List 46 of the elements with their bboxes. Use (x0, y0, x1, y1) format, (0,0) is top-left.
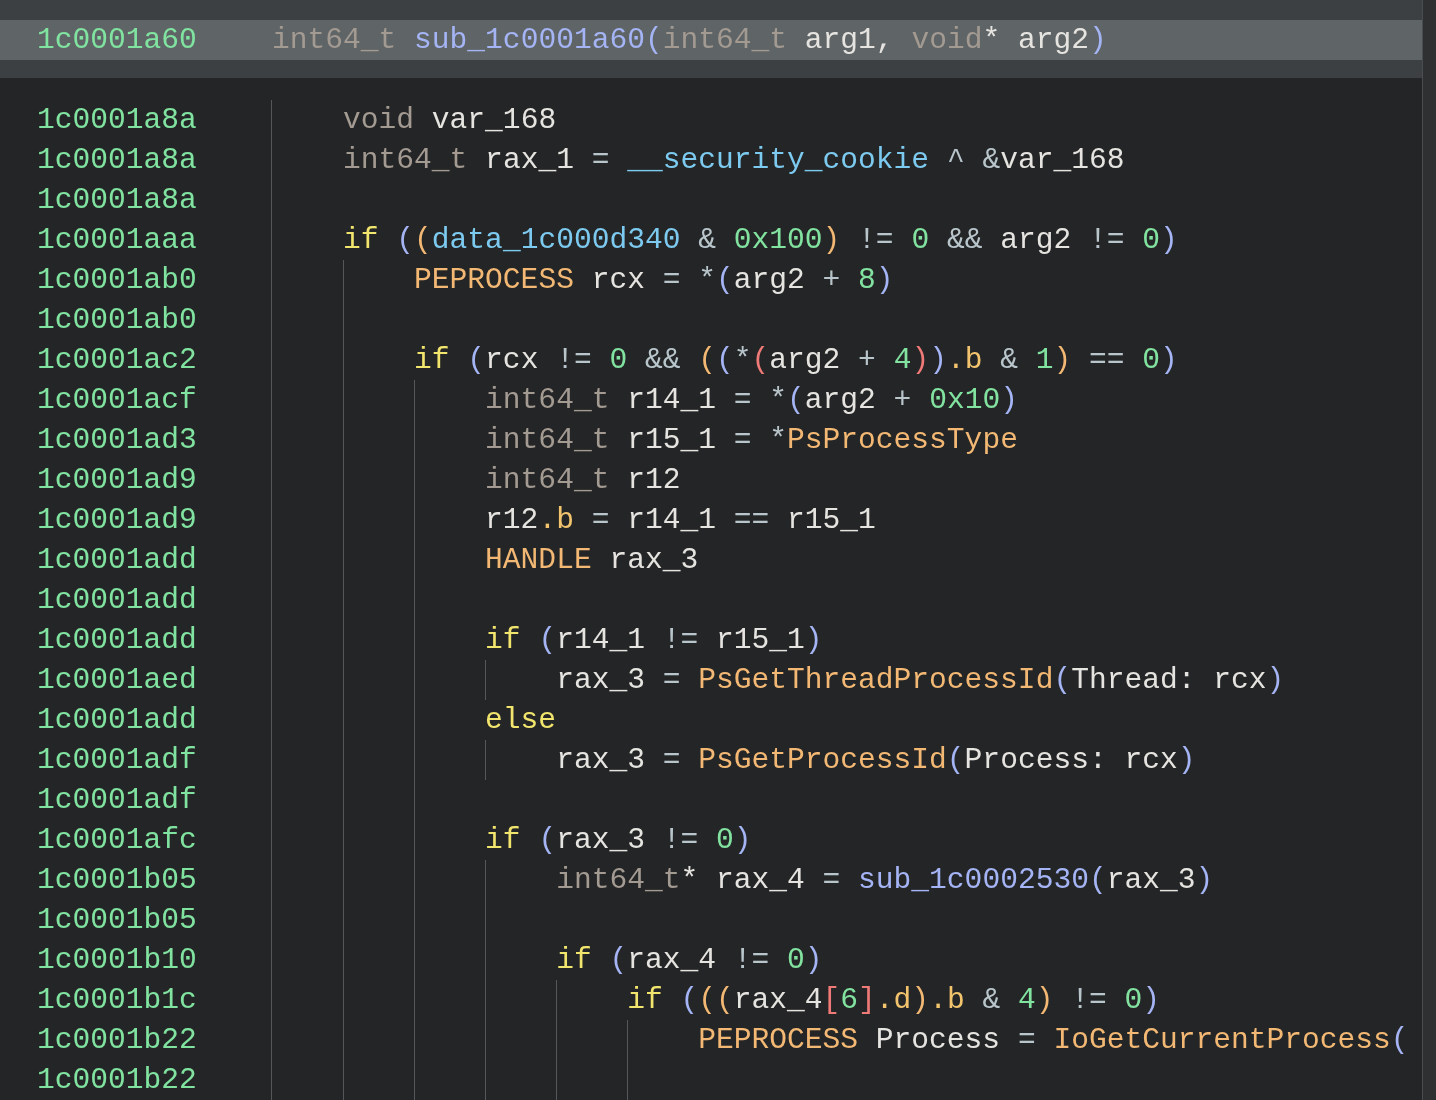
line-address: 1c0001ad9 (36, 462, 198, 499)
line-address: 1c0001a8a (36, 182, 198, 219)
line-address: 1c0001a60 (36, 22, 198, 59)
line-address: 1c0001ac2 (36, 342, 198, 379)
line-address: 1c0001a8a (36, 102, 198, 139)
code-line: HANDLE rax_3 (485, 542, 699, 579)
line-address: 1c0001adf (36, 782, 198, 819)
line-address: 1c0001b05 (36, 862, 198, 899)
code-line: int64_t rax_1 = __security_cookie ^ &var_168 (343, 142, 1125, 179)
line-address: 1c0001add (36, 542, 198, 579)
code-line: r12.b = r14_1 == r15_1 (485, 502, 876, 539)
code-line: int64_t r15_1 = *PsProcessType (485, 422, 1018, 459)
code-line: rax_3 = PsGetProcessId(Process: rcx) (556, 742, 1196, 779)
code-line: if (((rax_4[6].d).b & 4) != 0) (627, 982, 1161, 1019)
code-line: PEPROCESS rcx = *(arg2 + 8) (414, 262, 894, 299)
code-line: if (rcx != 0 && ((*(arg2 + 4)).b & 1) == 0) (414, 342, 1178, 379)
code-line: int64_t r12 (485, 462, 681, 499)
line-address: 1c0001a8a (36, 142, 198, 179)
line-address: 1c0001acf (36, 382, 198, 419)
line-address: 1c0001afc (36, 822, 198, 859)
line-address: 1c0001ab0 (36, 262, 198, 299)
code-line: PEPROCESS Process = IoGetCurrentProcess( (698, 1022, 1409, 1059)
code-line: if ((data_1c000d340 & 0x100) != 0 && arg2 != 0) (343, 222, 1178, 259)
line-address: 1c0001adf (36, 742, 198, 779)
line-address: 1c0001b22 (36, 1022, 198, 1059)
code-line: void var_168 (343, 102, 557, 139)
line-address: 1c0001ab0 (36, 302, 198, 339)
line-address: 1c0001ad3 (36, 422, 198, 459)
line-address: 1c0001add (36, 622, 198, 659)
function-signature: int64_t sub_1c0001a60(int64_t arg1, void* arg2) (272, 22, 1107, 59)
line-address: 1c0001b1c (36, 982, 198, 1019)
line-address: 1c0001b22 (36, 1062, 198, 1099)
line-address: 1c0001add (36, 702, 198, 739)
line-address: 1c0001b10 (36, 942, 198, 979)
line-address: 1c0001aed (36, 662, 198, 699)
code-line: rax_3 = PsGetThreadProcessId(Thread: rcx) (556, 662, 1285, 699)
line-address: 1c0001add (36, 582, 198, 619)
code-line: if (rax_4 != 0) (556, 942, 823, 979)
code-line: int64_t* rax_4 = sub_1c0002530(rax_3) (556, 862, 1214, 899)
code-line: else (485, 702, 557, 739)
line-address: 1c0001ad9 (36, 502, 198, 539)
code-line: if (rax_3 != 0) (485, 822, 752, 859)
line-address: 1c0001b05 (36, 902, 198, 939)
code-line: if (r14_1 != r15_1) (485, 622, 823, 659)
line-address: 1c0001aaa (36, 222, 198, 259)
code-line: int64_t r14_1 = *(arg2 + 0x10) (485, 382, 1018, 419)
